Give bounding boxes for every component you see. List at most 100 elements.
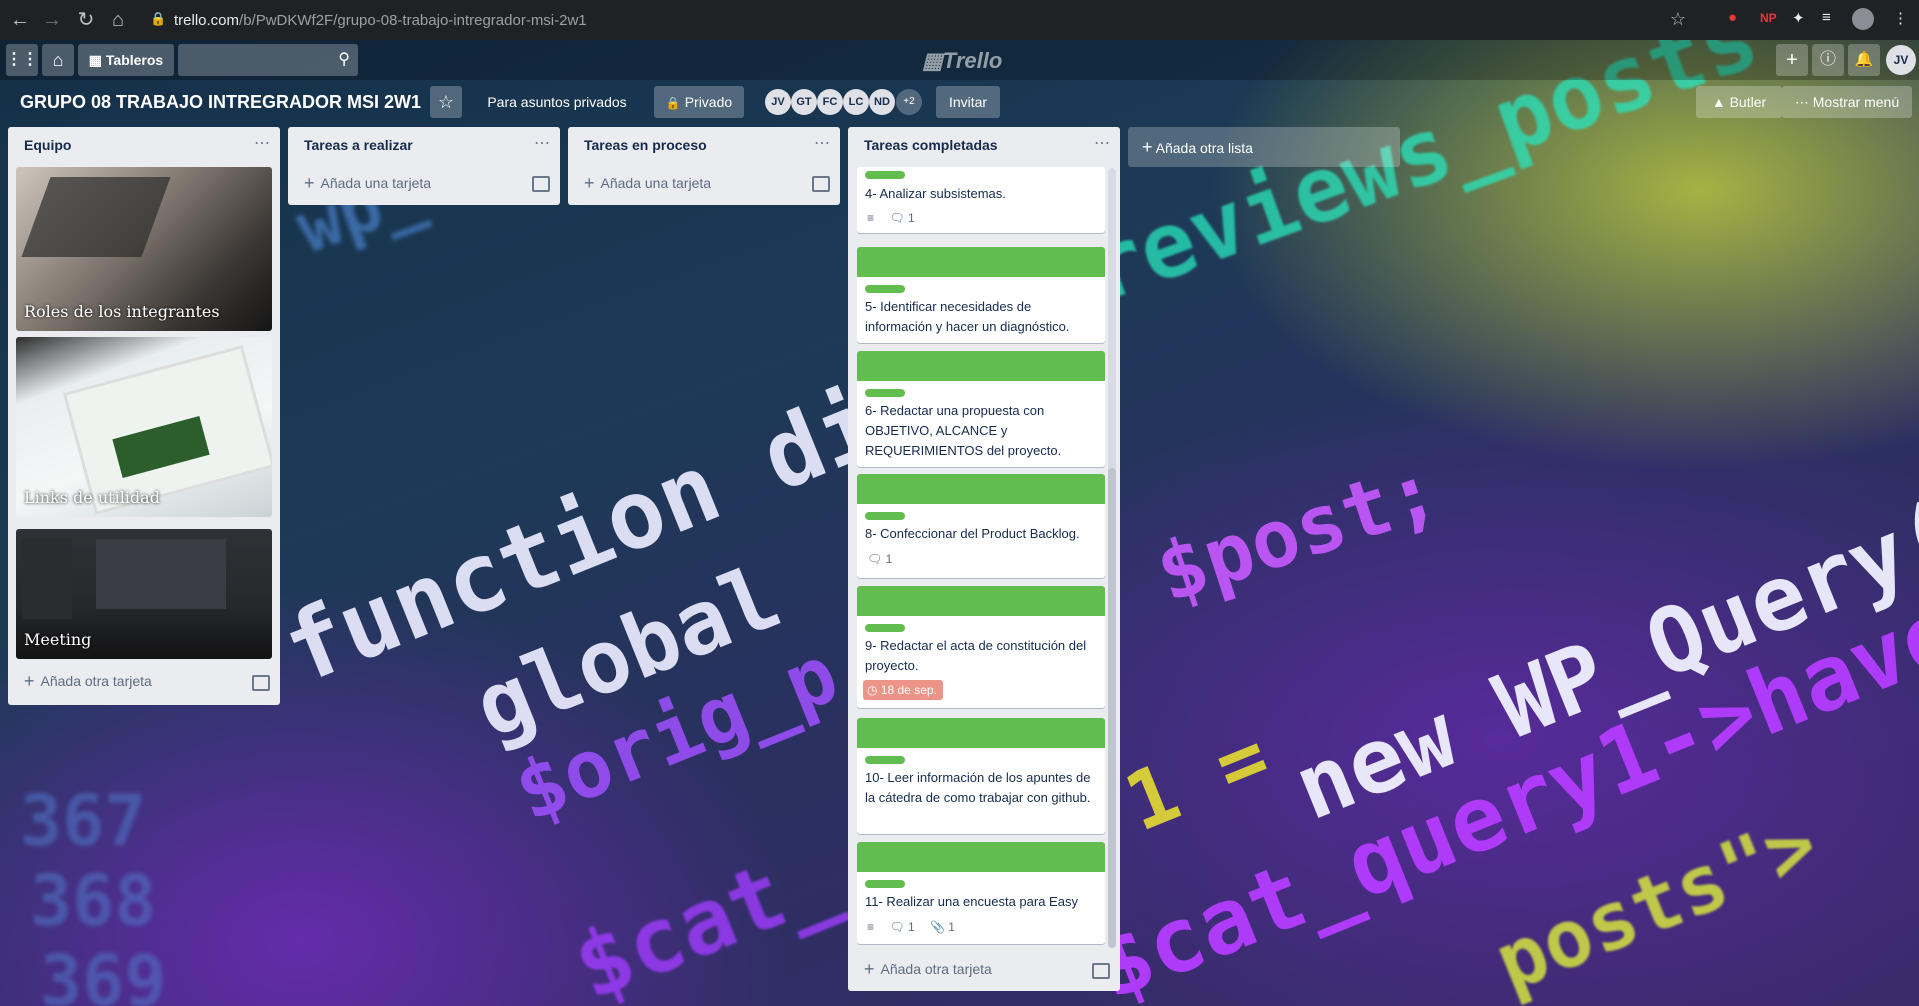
- search-icon: ⚲: [338, 51, 350, 68]
- butler-label: Butler: [1729, 94, 1767, 110]
- add-list-button[interactable]: + Añada otra lista: [1128, 127, 1400, 167]
- green-label[interactable]: [865, 512, 905, 520]
- butler-button[interactable]: ▲ Butler: [1696, 86, 1782, 118]
- card-text: 6- Redactar una propuesta con OBJETIVO, …: [865, 403, 1062, 458]
- task-card[interactable]: 11- Realizar una encuesta para Easy ≡ 🗨 …: [857, 842, 1105, 944]
- card-text: 5- Identificar necesidades de informació…: [865, 299, 1070, 334]
- card-template-icon[interactable]: [252, 675, 270, 691]
- card-text: 8- Confeccionar del Product Backlog.: [865, 526, 1080, 541]
- list-title[interactable]: Tareas a realizar: [304, 137, 413, 153]
- boards-icon: ▦: [88, 52, 103, 68]
- task-card[interactable]: 4- Analizar subsistemas. ≡ 🗨 1: [857, 167, 1105, 233]
- add-card-button[interactable]: + Añada otra tarjeta: [864, 959, 992, 980]
- due-date-badge[interactable]: ◷ 18 de sep.: [863, 680, 943, 700]
- comment-count: 1: [885, 552, 893, 566]
- task-card[interactable]: 10- Leer información de los apuntes de l…: [857, 718, 1105, 834]
- extensions-puzzle-icon[interactable]: ✦: [1792, 9, 1805, 27]
- green-label[interactable]: [865, 756, 905, 764]
- green-label[interactable]: [865, 389, 905, 397]
- clock-icon: ◷: [867, 683, 878, 697]
- list-menu-icon[interactable]: ⋯: [814, 133, 830, 153]
- forward-icon[interactable]: →: [40, 8, 64, 32]
- list-menu-icon[interactable]: ⋯: [534, 133, 550, 153]
- member-avatar[interactable]: GT: [791, 89, 817, 115]
- list-menu-icon[interactable]: ⋯: [254, 133, 270, 153]
- privacy-button[interactable]: 🔒 Privado: [654, 86, 744, 118]
- green-label[interactable]: [865, 171, 905, 179]
- chat-screenshot-image: [96, 539, 226, 609]
- list-title[interactable]: Tareas completadas: [864, 137, 998, 153]
- card-cover: [857, 474, 1105, 504]
- task-card[interactable]: 8- Confeccionar del Product Backlog. 🗨 1: [857, 474, 1105, 578]
- show-menu-label: Mostrar menú: [1812, 94, 1900, 110]
- back-icon[interactable]: ←: [8, 8, 32, 32]
- card-template-icon[interactable]: [532, 176, 550, 192]
- task-card[interactable]: 6- Redactar una propuesta con OBJETIVO, …: [857, 351, 1105, 467]
- star-board-button[interactable]: ☆: [430, 86, 462, 118]
- add-card-button[interactable]: + Añada otra tarjeta: [24, 671, 152, 692]
- card-badges: ≡ 🗨 1 📎 1: [867, 920, 955, 934]
- search-input[interactable]: ⚲: [178, 44, 358, 76]
- list-scrollbar-thumb[interactable]: [1108, 468, 1116, 948]
- add-card-label: Añada una tarjeta: [600, 175, 712, 191]
- card-badges: ≡ 🗨 1: [867, 211, 915, 225]
- list-scrollbar[interactable]: [1108, 168, 1116, 948]
- notifications-button[interactable]: 🔔: [1848, 44, 1880, 76]
- address-bar[interactable]: 🔒 trello.com/b/PwDKWf2F/grupo-08-trabajo…: [140, 5, 1690, 35]
- bookmark-star-icon[interactable]: ☆: [1670, 9, 1686, 30]
- card-cover: [857, 718, 1105, 748]
- task-card[interactable]: 9- Redactar el acta de constitución del …: [857, 586, 1105, 708]
- lock-icon: 🔒: [150, 11, 167, 26]
- home-icon[interactable]: ⌂: [106, 8, 130, 32]
- card-template-icon[interactable]: [812, 176, 830, 192]
- comment-count: 1: [907, 211, 915, 225]
- add-card-button[interactable]: + Añada una tarjeta: [304, 173, 431, 194]
- browser-menu-icon[interactable]: ⋮: [1893, 9, 1908, 27]
- show-menu-button[interactable]: ⋯ Mostrar menú: [1782, 86, 1912, 118]
- extension-icon-np[interactable]: NP: [1760, 11, 1777, 25]
- card-cover: [857, 842, 1105, 872]
- bg-code-line: $post;: [1145, 442, 1450, 621]
- card-text: 4- Analizar subsistemas.: [865, 186, 1006, 201]
- member-avatar[interactable]: JV: [765, 89, 791, 115]
- task-card[interactable]: 5- Identificar necesidades de informació…: [857, 247, 1105, 343]
- chat-screenshot-sidebar: [22, 539, 72, 619]
- green-label[interactable]: [865, 880, 905, 888]
- member-avatar[interactable]: ND: [869, 89, 895, 115]
- comment-icon: 🗨: [889, 920, 905, 934]
- green-label[interactable]: [865, 285, 905, 293]
- boards-button[interactable]: ▦ Tableros: [78, 44, 174, 76]
- list-title[interactable]: Tareas en proceso: [584, 137, 707, 153]
- home-button[interactable]: ⌂: [42, 44, 74, 76]
- url-domain: trello.com: [174, 12, 240, 29]
- team-visibility-button[interactable]: Para asuntos privados: [474, 86, 640, 118]
- cover-card[interactable]: Links de utilidad: [16, 337, 272, 517]
- member-avatar[interactable]: LC: [843, 89, 869, 115]
- reload-icon[interactable]: ↻: [74, 8, 98, 32]
- add-card-label: Añada otra tarjeta: [40, 673, 152, 689]
- profile-avatar-icon[interactable]: [1852, 8, 1874, 30]
- card-badges: 🗨 1: [867, 552, 892, 566]
- board-title[interactable]: GRUPO 08 TRABAJO INTREGRADOR MSI 2W1: [20, 92, 421, 113]
- add-card-button[interactable]: + Añada una tarjeta: [584, 173, 711, 194]
- list-menu-icon[interactable]: ⋯: [1094, 133, 1110, 153]
- user-avatar[interactable]: JV: [1886, 45, 1916, 75]
- apps-grid-button[interactable]: ⋮⋮: [6, 44, 38, 76]
- cover-card[interactable]: Meeting: [16, 529, 272, 659]
- invite-button[interactable]: Invitar: [936, 86, 1000, 118]
- member-avatar[interactable]: FC: [817, 89, 843, 115]
- list-tareas-completadas: Tareas completadas ⋯ 4- Analizar subsist…: [848, 127, 1120, 991]
- trello-logo[interactable]: ▦Trello: [922, 48, 1002, 74]
- card-template-icon[interactable]: [1092, 963, 1110, 979]
- trello-logo-text: Trello: [942, 48, 1003, 73]
- info-button[interactable]: ⓘ: [1812, 44, 1844, 76]
- more-members-count[interactable]: +2: [896, 89, 922, 115]
- create-button[interactable]: +: [1776, 44, 1808, 76]
- due-date-text: 18 de sep.: [880, 683, 937, 697]
- list-title[interactable]: Equipo: [24, 137, 71, 153]
- comment-count: 1: [907, 920, 915, 934]
- cover-card[interactable]: Roles de los integrantes: [16, 167, 272, 331]
- media-queue-icon[interactable]: ≡: [1822, 9, 1831, 26]
- green-label[interactable]: [865, 624, 905, 632]
- extension-icon-red[interactable]: ●: [1728, 9, 1737, 26]
